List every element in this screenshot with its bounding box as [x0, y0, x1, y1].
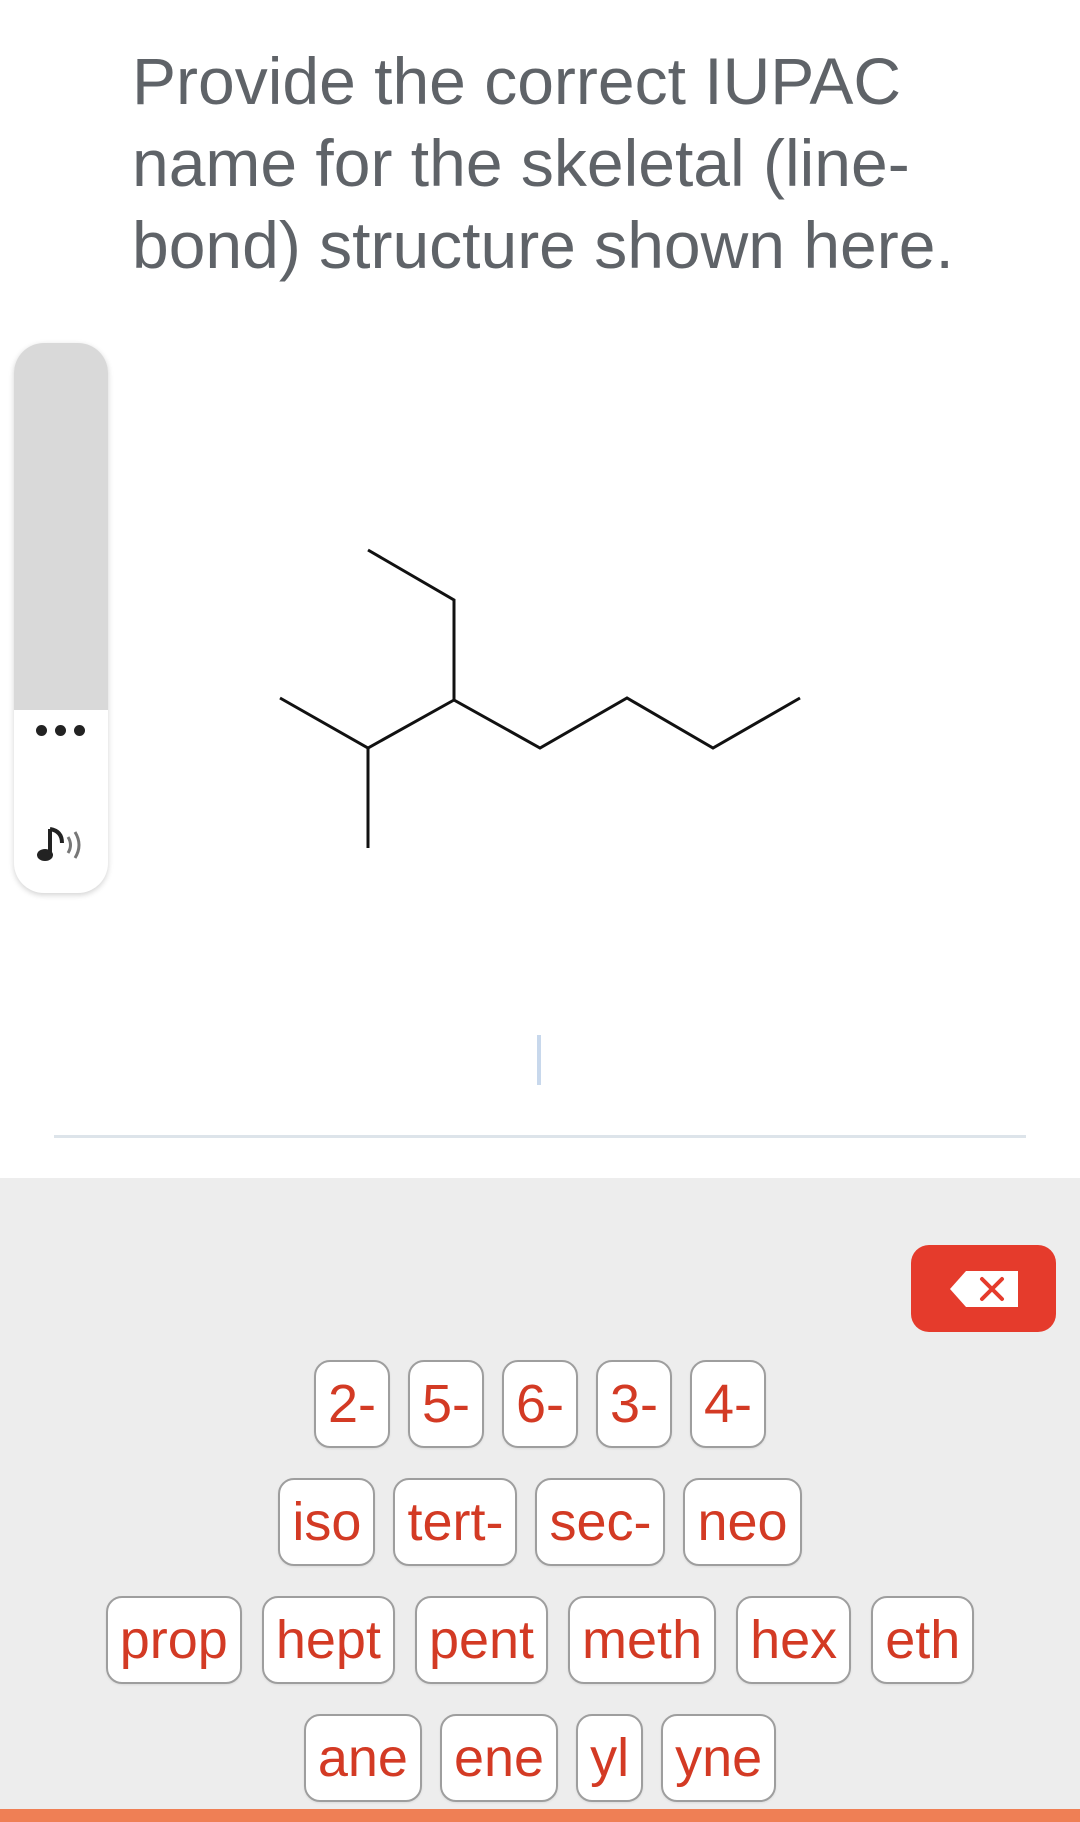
answer-cursor: [537, 1035, 541, 1085]
key-meth[interactable]: meth: [568, 1596, 717, 1684]
answer-input-underline[interactable]: [54, 1135, 1026, 1138]
key-eth[interactable]: eth: [871, 1596, 975, 1684]
key-ene[interactable]: ene: [439, 1714, 559, 1802]
audio-speaker-icon[interactable]: [34, 821, 94, 871]
key-hex[interactable]: hex: [736, 1596, 852, 1684]
key-6[interactable]: 6-: [501, 1360, 578, 1448]
backspace-icon: [949, 1270, 1018, 1307]
key-pent[interactable]: pent: [414, 1596, 549, 1684]
side-toolbar: [14, 343, 108, 893]
key-neo[interactable]: neo: [683, 1478, 802, 1566]
delete-button[interactable]: [911, 1245, 1056, 1332]
locant-key-row: 2- 5- 6- 3- 4-: [0, 1360, 1080, 1448]
skeletal-structure: [279, 548, 801, 848]
key-4[interactable]: 4-: [690, 1360, 767, 1448]
key-ane[interactable]: ane: [303, 1714, 422, 1802]
key-yl[interactable]: yl: [576, 1714, 644, 1802]
key-3[interactable]: 3-: [596, 1360, 673, 1448]
key-iso[interactable]: iso: [278, 1478, 376, 1566]
key-yne[interactable]: yne: [661, 1714, 777, 1802]
root-key-row: prop hept pent meth hex eth: [0, 1596, 1080, 1684]
prefix-key-row: iso tert- sec- neo: [0, 1478, 1080, 1566]
key-prop[interactable]: prop: [105, 1596, 242, 1684]
molecule-bonds: [367, 548, 801, 750]
key-sec[interactable]: sec-: [535, 1478, 666, 1566]
side-toolbar-handle[interactable]: [14, 343, 108, 736]
key-tert[interactable]: tert-: [393, 1478, 518, 1566]
question-text: Provide the correct IUPAC name for the s…: [132, 44, 954, 282]
key-hept[interactable]: hept: [261, 1596, 395, 1684]
key-2[interactable]: 2-: [313, 1360, 390, 1448]
bottom-accent-bar: [0, 1809, 1080, 1822]
suffix-key-row: ane ene yl yne: [0, 1714, 1080, 1802]
more-dots-icon[interactable]: [36, 725, 86, 739]
key-5[interactable]: 5-: [407, 1360, 484, 1448]
molecule-branch: [279, 696, 455, 750]
